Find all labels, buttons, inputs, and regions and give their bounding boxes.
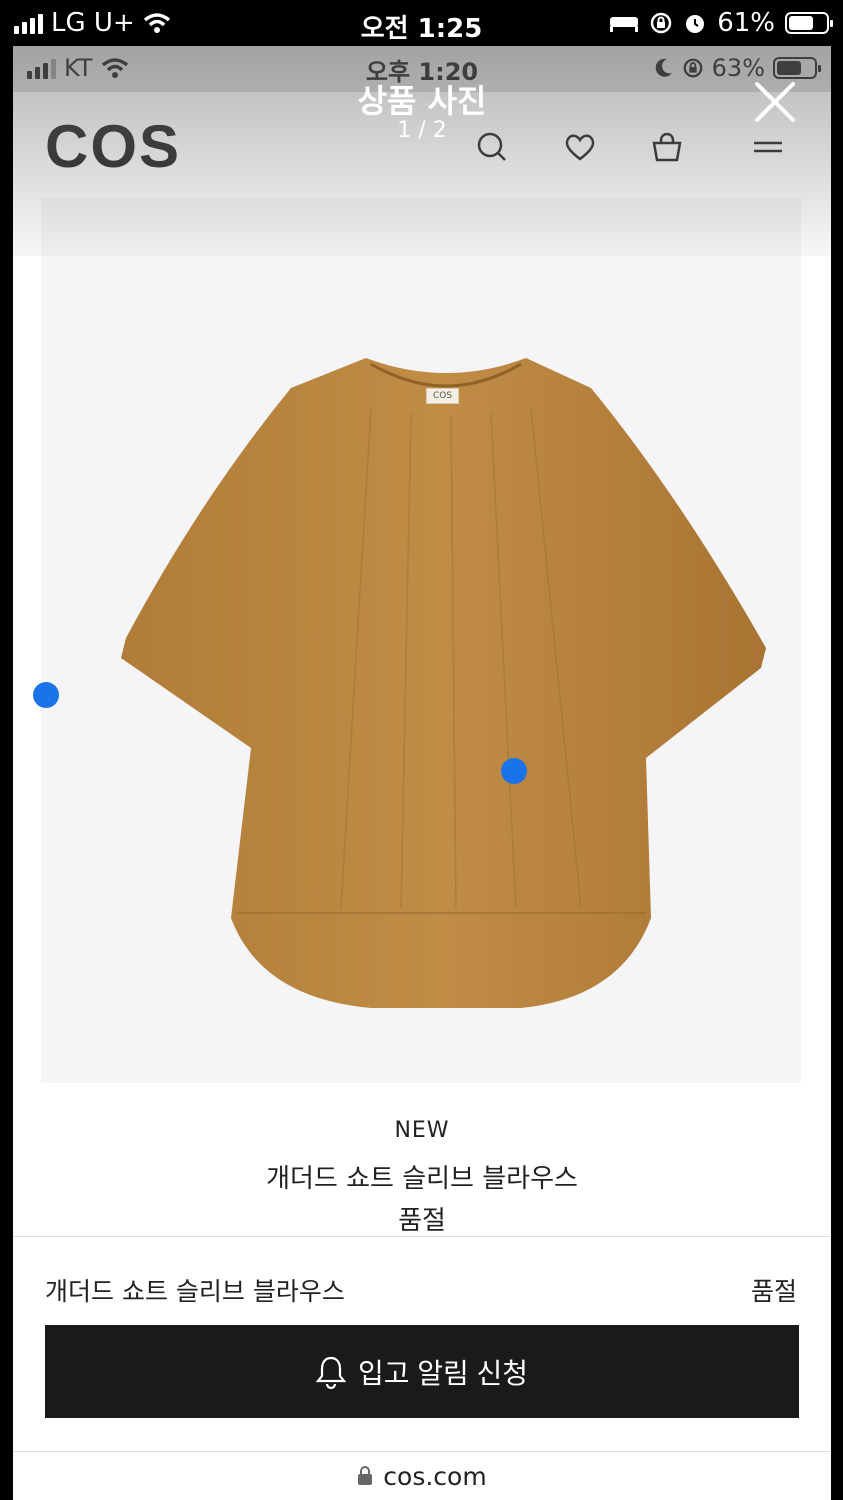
bell-icon — [315, 1356, 346, 1389]
outer-status-right: 61% — [609, 8, 833, 38]
divider — [13, 1236, 831, 1237]
purchase-status: 품절 — [750, 1277, 797, 1306]
blouse-image — [121, 358, 766, 1008]
browser-url-bar[interactable]: cos.com — [13, 1452, 831, 1500]
restock-notify-button[interactable]: 입고 알림 신청 — [45, 1325, 799, 1418]
garment-label: COS — [426, 388, 460, 404]
viewer-title: 상품 사진 — [357, 82, 487, 120]
battery-icon — [785, 12, 833, 34]
restock-notify-label: 입고 알림 신청 — [357, 1357, 529, 1389]
bed-icon — [610, 17, 639, 32]
phone-screen: KT 오후 1:20 63% 상품 사진 1 / 2 COS COS NEW 개… — [13, 46, 831, 1500]
product-photo[interactable]: COS — [41, 198, 801, 1083]
outer-status-bar: LG U+ 오전 1:25 61% — [0, 0, 843, 46]
alarm-icon — [686, 15, 705, 33]
touch-indicator — [33, 682, 59, 708]
lock-icon — [358, 1466, 373, 1485]
touch-indicator — [501, 758, 527, 784]
product-status: 품절 — [398, 1206, 446, 1236]
outer-battery-label: 61% — [717, 8, 775, 38]
viewer-page-counter: 1 / 2 — [397, 118, 447, 143]
close-icon[interactable] — [753, 80, 797, 124]
rotation-lock-icon — [650, 12, 672, 34]
purchase-product-name: 개더드 쇼트 슬리브 블라우스 — [45, 1277, 345, 1306]
product-name: 개더드 쇼트 슬리브 블라우스 — [266, 1164, 578, 1194]
new-badge: NEW — [394, 1118, 450, 1143]
url-domain: cos.com — [383, 1461, 487, 1491]
